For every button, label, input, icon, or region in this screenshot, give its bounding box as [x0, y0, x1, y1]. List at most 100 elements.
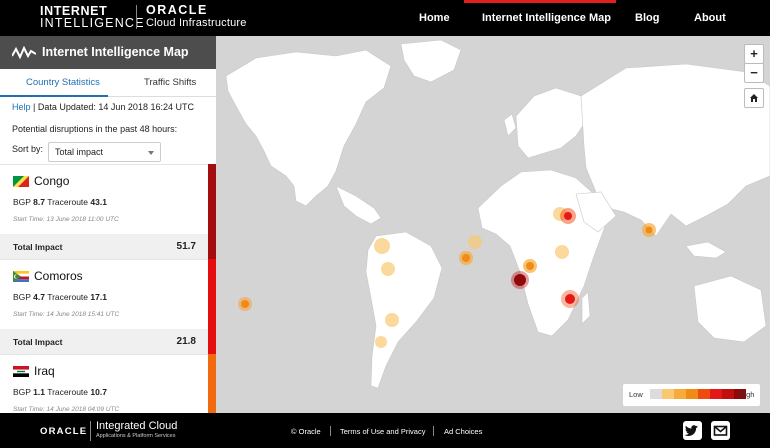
tab-traffic-shifts[interactable]: Traffic Shifts [144, 77, 196, 88]
help-link[interactable]: Help [12, 102, 31, 112]
reset-view-button[interactable] [744, 88, 764, 108]
sort-select[interactable]: Total impact [48, 142, 161, 162]
bgp-value: 1.1 [33, 387, 45, 397]
legend-swatch [698, 389, 710, 399]
tab-country-statistics[interactable]: Country Statistics [26, 77, 100, 88]
outage-marker-core [241, 300, 249, 308]
sidebar: Internet Intelligence Map Country Statis… [0, 36, 216, 413]
nav-home[interactable]: Home [419, 12, 450, 24]
sort-select-value: Total impact [55, 147, 104, 157]
sidebar-title: Internet Intelligence Map [42, 45, 189, 59]
legend-swatch [686, 389, 698, 399]
traceroute-value: 10.7 [90, 387, 107, 397]
land-north-america [225, 49, 392, 207]
bgp-value: 4.7 [33, 292, 45, 302]
traceroute-label: Traceroute [47, 197, 89, 207]
logo-line-2: INTELLIGENCE [40, 16, 145, 30]
legend-swatch [674, 389, 686, 399]
country-name: Comoros [34, 269, 83, 283]
legend-swatch [710, 389, 722, 399]
outage-marker-core [514, 274, 526, 286]
footer-terms-link[interactable]: Terms of Use and Privacy [340, 427, 425, 436]
chevron-down-icon [148, 151, 154, 155]
country-item-congo[interactable]: Congo BGP 8.7 Traceroute 43.1 Start Time… [0, 164, 216, 234]
land-greenland [400, 39, 462, 83]
nav-about[interactable]: About [694, 12, 726, 24]
bgp-label: BGP [13, 387, 31, 397]
home-icon [750, 94, 758, 102]
outage-marker-core [564, 212, 572, 220]
nav-internet-intelligence-map[interactable]: Internet Intelligence Map [482, 12, 611, 24]
data-updated-text: | Data Updated: 14 Jun 2018 16:24 UTC [33, 102, 194, 112]
land-uk [503, 113, 517, 137]
world-map[interactable]: + − Low High [216, 36, 770, 413]
sidebar-header: Internet Intelligence Map [0, 36, 216, 69]
outage-marker[interactable] [468, 235, 482, 249]
traceroute-value: 43.1 [90, 197, 107, 207]
sort-label: Sort by: [12, 144, 44, 154]
mail-icon [713, 425, 728, 436]
country-metrics: BGP 4.7 Traceroute 17.1 [13, 292, 107, 302]
total-impact-row: Total Impact 21.8 [0, 329, 216, 354]
logo-divider [136, 5, 137, 29]
legend-swatch [650, 389, 662, 399]
total-impact-label: Total Impact [13, 337, 63, 347]
outage-marker-core [526, 262, 534, 270]
impact-bar-iraq [208, 354, 216, 413]
total-impact-value: 51.7 [176, 241, 196, 252]
oracle-wordmark: ORACLE [146, 3, 208, 17]
zoom-out-button[interactable]: − [744, 63, 764, 83]
cloud-infrastructure-text: Cloud Infrastructure [146, 17, 247, 29]
legend-high-label: High [739, 390, 755, 399]
integrated-cloud-title: Integrated Cloud [96, 420, 178, 432]
nav-blog[interactable]: Blog [635, 12, 659, 24]
traceroute-label: Traceroute [47, 387, 89, 397]
active-tab-underline [0, 95, 108, 97]
land-central-america [335, 185, 382, 225]
footer-copyright[interactable]: © Oracle [291, 427, 321, 436]
outage-marker[interactable] [374, 238, 390, 254]
country-metrics: BGP 1.1 Traceroute 10.7 [13, 387, 107, 397]
pulse-icon [12, 46, 36, 60]
start-time: Start Time: 14 June 2018 04:09 UTC [13, 406, 120, 413]
traceroute-value: 17.1 [90, 292, 107, 302]
bgp-label: BGP [13, 292, 31, 302]
world-map-graphic [225, 39, 770, 389]
start-time: Start Time: 14 June 2018 15:41 UTC [13, 311, 120, 318]
legend-swatch [722, 389, 734, 399]
outage-marker[interactable] [555, 245, 569, 259]
twitter-icon [684, 425, 698, 436]
total-impact-label: Total Impact [13, 242, 63, 252]
impact-legend: Low High [623, 384, 760, 406]
integrated-cloud-subtitle: Applications & Platform Services [96, 433, 176, 439]
outage-marker[interactable] [385, 313, 399, 327]
land-europe [515, 87, 587, 159]
land-south-america [365, 231, 443, 389]
legend-scale [650, 389, 746, 399]
data-updated-line: Help | Data Updated: 14 Jun 2018 16:24 U… [12, 102, 194, 112]
footer-divider [330, 426, 331, 436]
land-australia [693, 275, 767, 343]
country-item-comoros[interactable]: Comoros BGP 4.7 Traceroute 17.1 Start Ti… [0, 259, 216, 329]
total-impact-row: Total Impact 51.7 [0, 234, 216, 259]
integrated-cloud-logo[interactable]: Integrated Cloud Applications & Platform… [96, 420, 177, 439]
twitter-button[interactable] [683, 421, 702, 440]
legend-swatch [662, 389, 674, 399]
outage-marker-core [645, 226, 653, 234]
iraq-flag-icon [13, 366, 29, 377]
zoom-in-button[interactable]: + [744, 44, 764, 64]
email-button[interactable] [711, 421, 730, 440]
total-impact-value: 21.8 [176, 336, 196, 347]
country-name: Iraq [34, 364, 55, 378]
country-item-iraq[interactable]: Iraq BGP 1.1 Traceroute 10.7 Start Time:… [0, 354, 216, 413]
internet-intelligence-logo[interactable]: INTERNET INTELLIGENCE [40, 5, 145, 30]
oracle-cloud-logo[interactable]: ORACLE Cloud Infrastructure [146, 4, 247, 30]
congo-flag-icon [13, 176, 29, 187]
impact-bar-comoros [208, 259, 216, 354]
outage-marker[interactable] [375, 336, 387, 348]
comoros-flag-icon [13, 271, 29, 282]
footer-ad-choices-link[interactable]: Ad Choices [444, 427, 482, 436]
footer-oracle-logo[interactable]: ORACLE [40, 426, 87, 437]
outage-marker[interactable] [381, 262, 395, 276]
footer-logo-divider [90, 421, 91, 441]
